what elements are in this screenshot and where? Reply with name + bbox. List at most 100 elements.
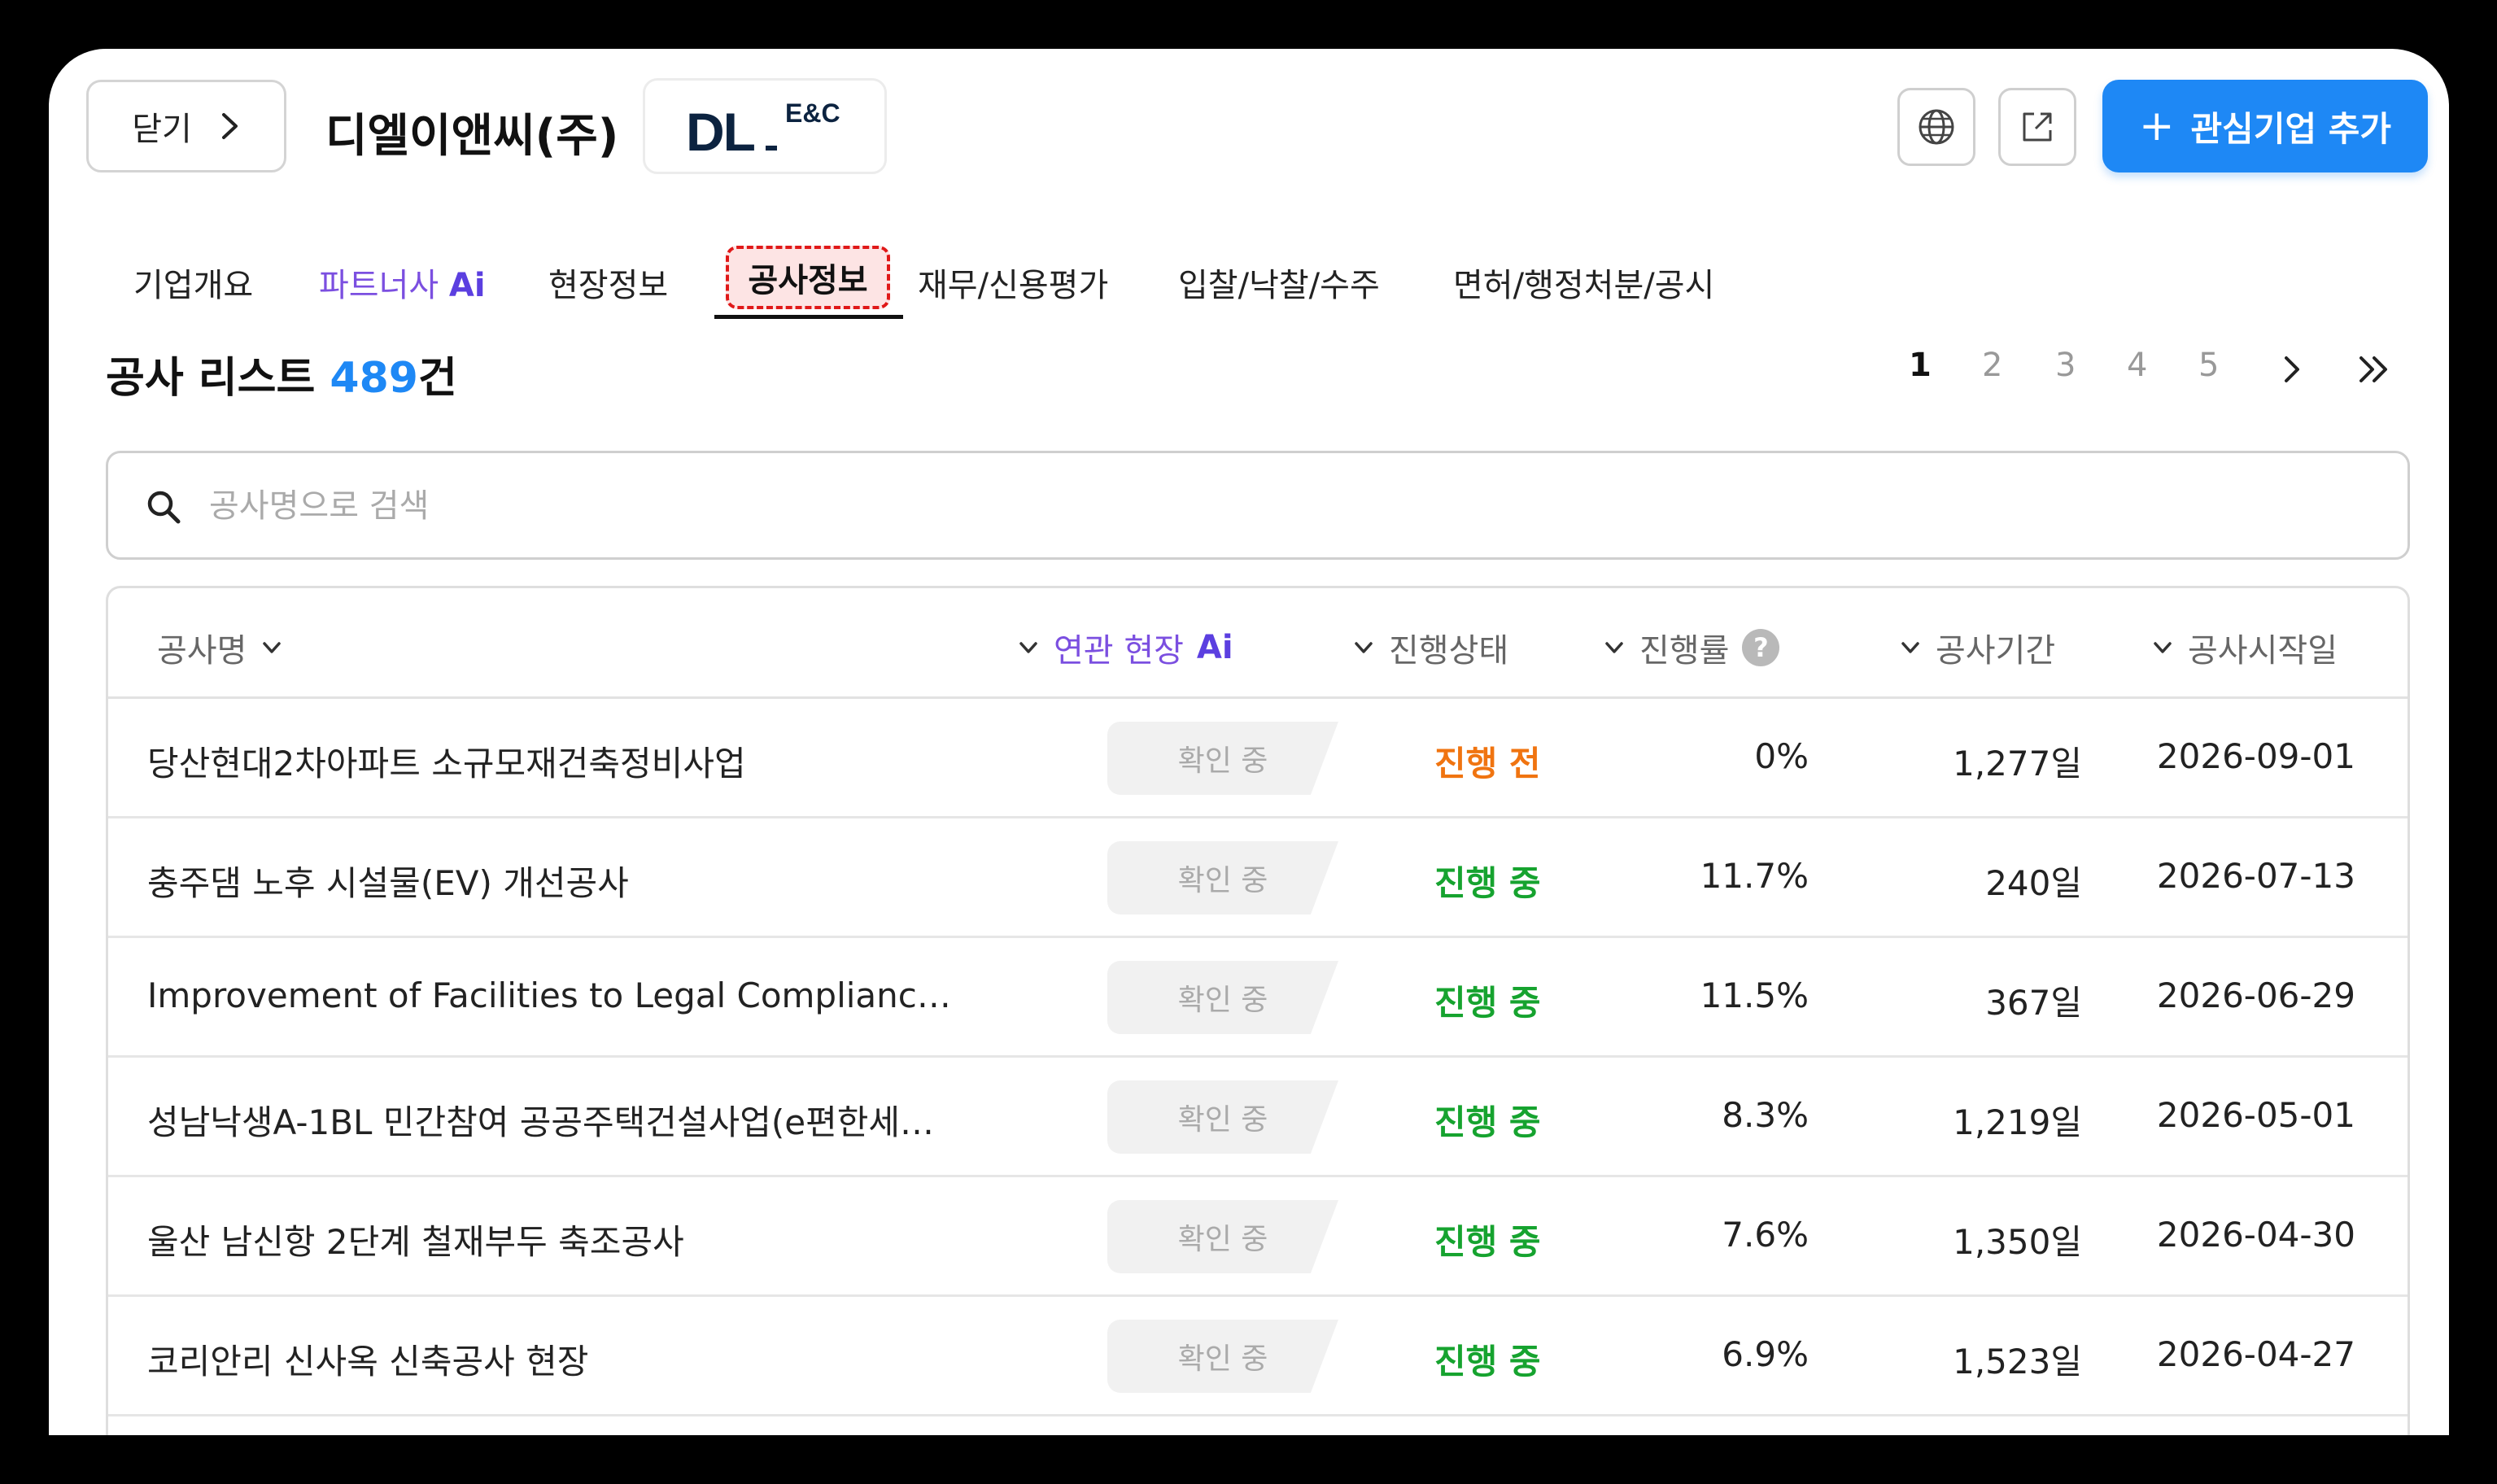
progress-value: 6.9% [1722, 1334, 1809, 1374]
status-text: 진행 중 [1434, 863, 1541, 903]
column-label: 공사명 [157, 632, 247, 670]
ai-badge: Ai [448, 267, 486, 304]
table-row[interactable]: 코리안리 신사옥 신축공사 현장 확인 중 진행 중 6.9% 1,523일 2… [108, 1297, 2408, 1416]
table-row[interactable]: 울산 남신항 2단계 철재부두 축조공사 확인 중 진행 중 7.6% 1,35… [108, 1177, 2408, 1297]
last-page-icon[interactable] [2355, 351, 2394, 387]
related-site-badge: 확인 중 [1107, 722, 1338, 795]
chevron-down-icon [1605, 642, 1623, 653]
start-date: 2026-04-27 [2156, 1334, 2355, 1374]
tab-label: 면허/행정처분/공시 [1453, 267, 1715, 304]
status-text: 진행 중 [1434, 1342, 1541, 1381]
progress-value: 0% [1754, 736, 1809, 776]
tab-site-info[interactable]: 현장정보 [548, 259, 668, 306]
period-value: 1,277일 [1953, 744, 2082, 783]
column-header-period[interactable]: 공사기간 [1898, 624, 2055, 671]
progress-value: 7.6% [1722, 1215, 1809, 1255]
construction-name: Improvement of Facilities to Legal Compl… [147, 976, 961, 1015]
logo-text: DL [686, 102, 756, 162]
period-value: 1,219일 [1953, 1102, 2082, 1142]
table-row[interactable]: 충주댐 노후 시설물(EV) 개선공사 확인 중 진행 중 11.7% 240일… [108, 818, 2408, 938]
tab-construction-info[interactable]: 공사정보 [714, 229, 903, 319]
page-2[interactable]: 2 [1982, 347, 2002, 384]
related-site-badge: 확인 중 [1107, 1080, 1338, 1154]
construction-name: 코리안리 신사옥 신축공사 현장 [147, 1342, 589, 1381]
search-input[interactable] [209, 469, 2325, 543]
progress-value: 8.3% [1722, 1095, 1809, 1135]
related-site-badge: 확인 중 [1107, 841, 1338, 914]
column-header-name[interactable]: 공사명 [157, 624, 284, 671]
progress-value: 11.5% [1700, 976, 1809, 1015]
globe-icon [1919, 109, 1954, 145]
app-screen: 닫기 디엘이앤씨(주) DL E&C + 관심기업 추가 기업개요 파트너사 A… [49, 49, 2449, 1435]
language-button[interactable] [1897, 88, 1975, 166]
company-logo: DL E&C [643, 78, 887, 174]
status-text: 진행 중 [1434, 1102, 1541, 1142]
tab-company-overview[interactable]: 기업개요 [133, 259, 253, 306]
chevron-down-icon [2154, 642, 2172, 653]
table-row[interactable]: 당산현대2차아파트 소규모재건축정비사업 확인 중 진행 전 0% 1,277일… [108, 699, 2408, 818]
column-header-status[interactable]: 진행상태 [1351, 624, 1508, 671]
tab-bidding-contracts[interactable]: 입찰/낙찰/수주 [1178, 259, 1380, 306]
search-box [106, 451, 2410, 560]
column-label: 공사기간 [1936, 632, 2056, 670]
chevron-down-icon [1355, 642, 1373, 653]
table-row[interactable]: Improvement of Facilities to Legal Compl… [108, 938, 2408, 1058]
page-5[interactable]: 5 [2198, 347, 2219, 384]
plus-icon: + [2138, 102, 2175, 151]
construction-name: 울산 남신항 2단계 철재부두 축조공사 [147, 1222, 684, 1262]
tab-label: 재무/신용평가 [918, 267, 1109, 304]
chevron-down-icon [1019, 642, 1037, 653]
search-icon [147, 491, 181, 524]
tab-label: 파트너사 [319, 267, 439, 304]
table-row[interactable]: 성남낙생A-1BL 민간참여 공공주택건설사업(e편한세… 확인 중 진행 중 … [108, 1058, 2408, 1177]
column-label: 공사시작일 [2188, 632, 2338, 670]
column-label: 진행상태 [1389, 632, 1509, 670]
tab-partners-ai[interactable]: 파트너사 Ai [319, 259, 486, 306]
open-external-button[interactable] [1998, 88, 2076, 166]
add-favorite-label: 관심기업 추가 [2190, 108, 2392, 149]
ai-badge: Ai [1196, 629, 1233, 666]
chevron-right-icon [221, 113, 238, 139]
table-header: 공사명 연관 현장 Ai 진행상태 진행률 ? 공사기간 공사시작일 [108, 588, 2408, 699]
column-header-start-date[interactable]: 공사시작일 [2150, 624, 2338, 671]
list-count-unit: 건 [417, 354, 457, 403]
close-button[interactable]: 닫기 [86, 80, 286, 172]
help-icon[interactable]: ? [1742, 629, 1780, 666]
page-3[interactable]: 3 [2055, 347, 2076, 384]
chevron-down-icon [1901, 642, 1919, 653]
next-page-icon[interactable] [2280, 351, 2304, 387]
add-favorite-company-button[interactable]: + 관심기업 추가 [2102, 80, 2428, 172]
period-value: 1,350일 [1953, 1222, 2082, 1262]
tab-active-highlight: 공사정보 [726, 246, 890, 309]
related-site-badge: 확인 중 [1107, 961, 1338, 1034]
external-link-icon [2023, 112, 2052, 142]
period-value: 367일 [1985, 983, 2082, 1023]
list-count: 489 [330, 354, 418, 403]
column-header-related-site[interactable]: 연관 현장 Ai [1016, 624, 1233, 671]
page-4[interactable]: 4 [2127, 347, 2147, 384]
start-date: 2026-06-29 [2156, 976, 2355, 1015]
company-name: 디엘이앤씨(주) [325, 110, 619, 163]
page-1[interactable]: 1 [1909, 347, 1932, 384]
start-date: 2026-04-30 [2156, 1215, 2355, 1255]
status-text: 진행 중 [1434, 1222, 1541, 1262]
related-site-badge: 확인 중 [1107, 1200, 1338, 1273]
tab-finance-credit[interactable]: 재무/신용평가 [918, 259, 1108, 306]
column-label: 연관 현장 [1054, 632, 1184, 670]
list-title: 공사 리스트 489건 [106, 343, 457, 404]
logo-bar [766, 146, 777, 151]
construction-name: 충주댐 노후 시설물(EV) 개선공사 [147, 863, 629, 903]
tab-label: 입찰/낙찰/수주 [1178, 267, 1380, 304]
status-text: 진행 전 [1434, 744, 1541, 783]
status-text: 진행 중 [1434, 983, 1541, 1023]
start-date: 2026-05-01 [2156, 1095, 2355, 1135]
tab-label: 현장정보 [548, 267, 669, 304]
tab-licenses-disclosures[interactable]: 면허/행정처분/공시 [1453, 259, 1714, 306]
list-title-text: 공사 리스트 [106, 354, 316, 403]
device-frame: 닫기 디엘이앤씨(주) DL E&C + 관심기업 추가 기업개요 파트너사 A… [0, 0, 2497, 1484]
column-label: 진행률 [1639, 632, 1730, 670]
column-header-progress[interactable]: 진행률 ? [1602, 624, 1780, 671]
tab-label: 공사정보 [748, 262, 868, 299]
construction-table: 공사명 연관 현장 Ai 진행상태 진행률 ? 공사기간 공사시작일 당산현대2… [106, 586, 2410, 1435]
construction-name: 성남낙생A-1BL 민간참여 공공주택건설사업(e편한세… [147, 1102, 934, 1142]
